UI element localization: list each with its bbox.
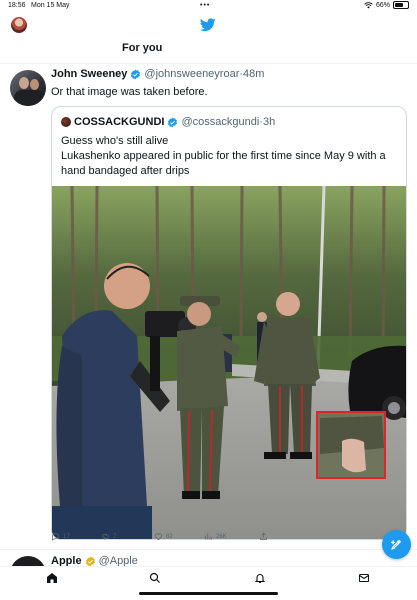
bell-icon[interactable] [254, 572, 266, 584]
tweet-actions: 17 7 82 26K [51, 532, 281, 546]
battery-icon [393, 1, 409, 9]
next-tweet-avatar[interactable] [10, 556, 46, 566]
author-name[interactable]: John Sweeney [51, 68, 127, 80]
next-tweet[interactable]: Apple @Apple [0, 552, 417, 566]
compose-button[interactable] [382, 530, 411, 559]
quote-author-name[interactable]: COSSACKGUNDI [74, 116, 164, 128]
retweet-button[interactable]: 7 [101, 532, 116, 541]
battery-fill [395, 3, 403, 7]
reply-icon [52, 533, 59, 541]
quote-text-line: Lukashenko appeared in public for the fi… [61, 150, 386, 177]
next-author-handle[interactable]: @Apple [99, 555, 138, 566]
tweet-header: John Sweeney @johnsweeneyroar · 48m [51, 68, 264, 80]
quote-text: Guess who's still alive Lukashenko appea… [61, 134, 401, 179]
quote-header: COSSACKGUNDI @cossackgundi · 3h [61, 116, 275, 128]
battery-percent: 66% [375, 1, 390, 9]
quoted-tweet[interactable]: COSSACKGUNDI @cossackgundi · 3h Guess wh… [51, 106, 407, 540]
avatar-face [19, 77, 29, 89]
status-date: Mon 15 May [31, 2, 70, 9]
status-bar: 18:56 Mon 15 May ••• 66% [0, 0, 417, 12]
tweet-age[interactable]: 48m [243, 68, 264, 80]
quote-avatar[interactable] [61, 117, 71, 127]
views-count: 26K [216, 533, 227, 540]
like-button[interactable]: 82 [154, 532, 173, 541]
retweet-icon [102, 533, 109, 540]
verified-gold-badge-icon [85, 555, 95, 566]
views-button[interactable]: 26K [204, 532, 227, 541]
share-button[interactable] [259, 532, 268, 541]
wifi-icon [364, 1, 373, 8]
avatar-body [14, 90, 44, 106]
multitasking-dots-icon[interactable]: ••• [200, 2, 210, 9]
quote-age[interactable]: 3h [263, 116, 275, 128]
quote-author-handle[interactable]: @cossackgundi [181, 116, 259, 128]
status-indicators: 66% [364, 1, 409, 9]
avatar-face [30, 79, 39, 90]
quote-text-line: Guess who's still alive [61, 135, 169, 147]
tab-for-you[interactable]: For you [122, 42, 162, 54]
search-icon[interactable] [149, 572, 161, 584]
views-icon [205, 533, 212, 540]
status-time: 18:56 [8, 2, 26, 9]
top-header: For you [0, 12, 417, 64]
tweet-text: Or that image was taken before. [51, 86, 208, 98]
profile-avatar[interactable] [11, 17, 27, 33]
reply-button[interactable]: 17 [51, 532, 70, 541]
next-tweet-header: Apple @Apple [51, 555, 138, 566]
compose-icon [390, 539, 402, 550]
envelope-icon[interactable] [358, 572, 370, 584]
like-count: 82 [166, 533, 173, 540]
verified-badge-icon [131, 68, 141, 80]
twitter-bird-icon[interactable] [200, 18, 216, 32]
verified-badge-icon [168, 116, 178, 128]
author-handle[interactable]: @johnsweeneyroar [144, 68, 239, 80]
tweet[interactable]: John Sweeney @johnsweeneyroar · 48m Or t… [0, 65, 417, 550]
photo-scene [52, 186, 406, 539]
author-avatar[interactable] [10, 70, 46, 106]
next-author-name[interactable]: Apple [51, 555, 82, 566]
share-icon [260, 532, 267, 540]
reply-count: 17 [63, 533, 70, 540]
heart-icon [155, 533, 162, 540]
tweet-photo[interactable] [52, 186, 406, 539]
retweet-count: 7 [113, 533, 117, 540]
home-icon[interactable] [46, 572, 58, 584]
home-indicator[interactable] [139, 592, 278, 595]
